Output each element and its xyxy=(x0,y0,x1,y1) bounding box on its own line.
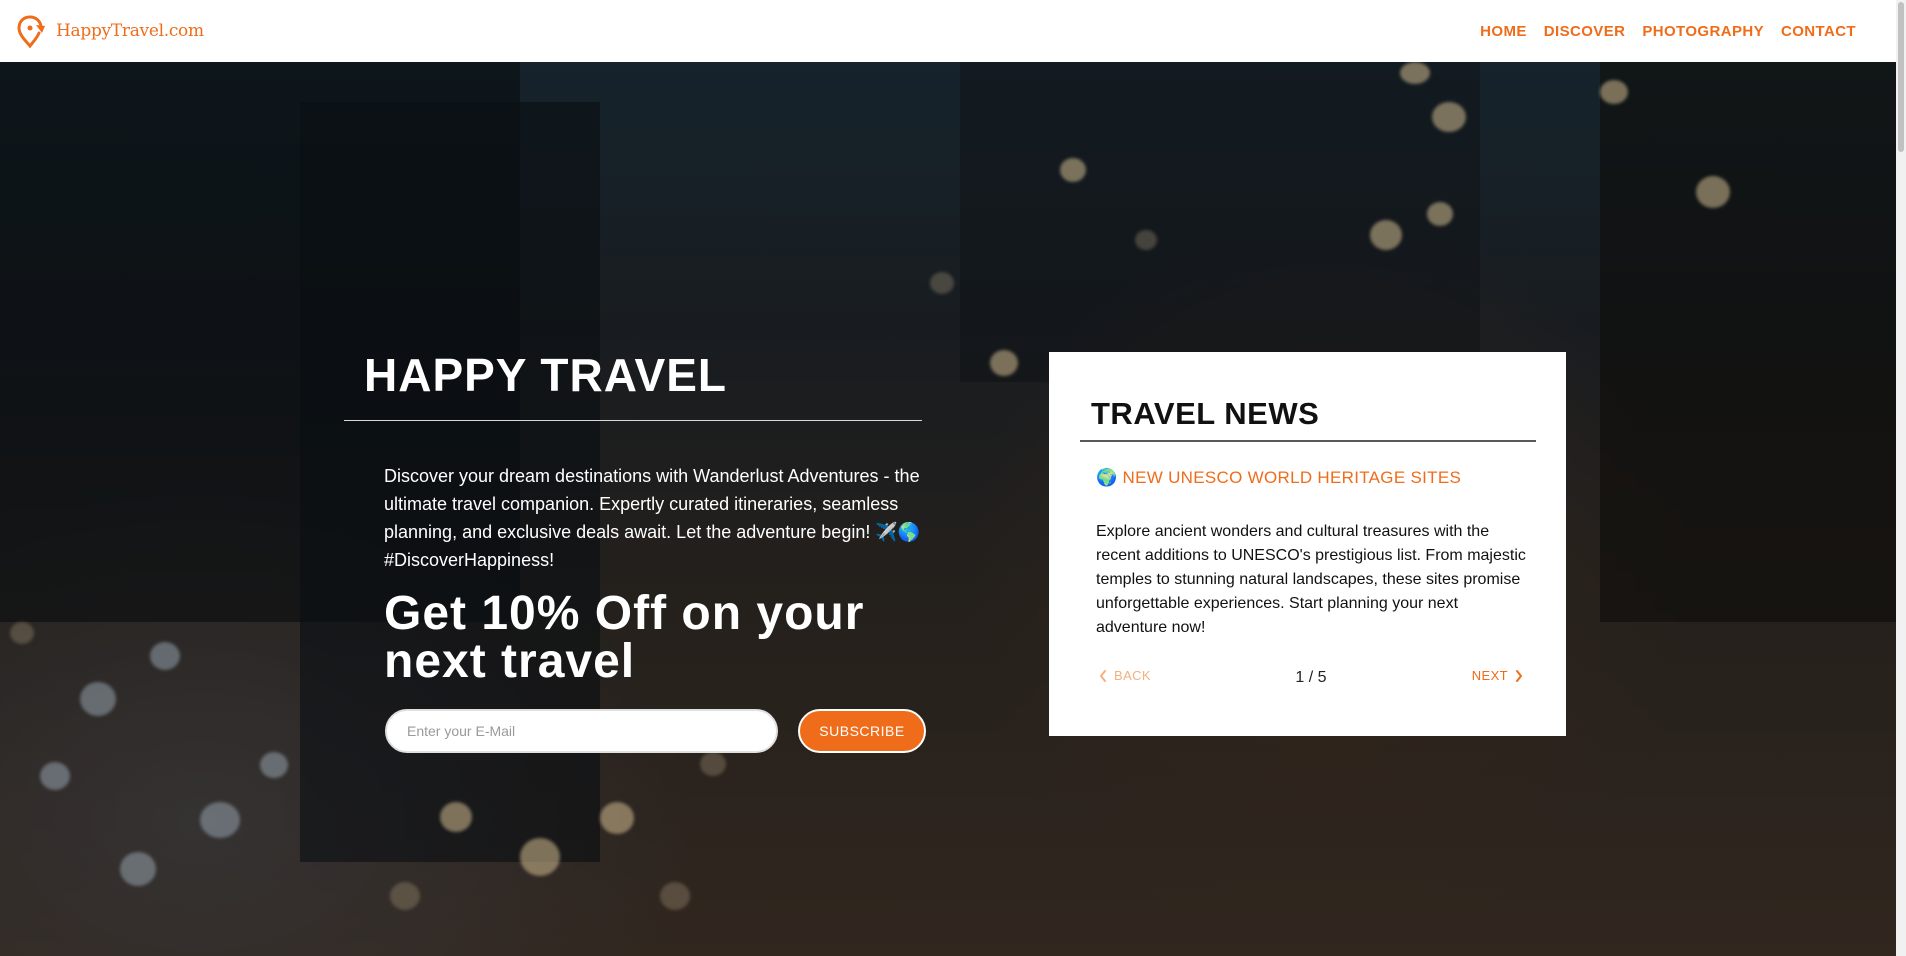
main-nav: HOME DISCOVER PHOTOGRAPHY CONTACT xyxy=(1480,23,1856,40)
scrollbar-thumb[interactable] xyxy=(1898,2,1904,152)
next-label: NEXT xyxy=(1471,668,1508,683)
news-body: Explore ancient wonders and cultural tre… xyxy=(1096,523,1526,636)
travel-news-card: TRAVEL NEWS 🌍 NEW UNESCO WORLD HERITAGE … xyxy=(1049,352,1566,736)
brand-name: HappyTravel.com xyxy=(56,21,204,41)
email-input[interactable] xyxy=(385,709,778,753)
page-scrollbar[interactable] xyxy=(1896,0,1906,956)
map-pin-arrow-icon xyxy=(17,15,45,48)
brand-logo-link[interactable]: HappyTravel.com xyxy=(16,14,204,48)
nav-item-photography[interactable]: PHOTOGRAPHY xyxy=(1642,23,1764,40)
hero-section xyxy=(0,62,1896,956)
news-card-divider xyxy=(1080,440,1536,442)
next-button[interactable]: NEXT xyxy=(1472,668,1524,683)
promo-heading: Get 10% Off on your next travel xyxy=(384,587,865,688)
nav-item-contact[interactable]: CONTACT xyxy=(1781,23,1856,40)
nav-item-home[interactable]: HOME xyxy=(1480,23,1527,40)
top-navigation-bar: HappyTravel.com HOME DISCOVER PHOTOGRAPH… xyxy=(0,0,1896,62)
hero-description: Discover your dream destinations with Wa… xyxy=(384,466,921,570)
hero-title: HAPPY TRAVEL xyxy=(364,349,728,401)
hero-divider xyxy=(344,420,922,421)
news-card-title: TRAVEL NEWS xyxy=(1091,396,1320,431)
page-indicator: 1 / 5 xyxy=(1295,669,1327,686)
chevron-right-icon xyxy=(1516,669,1522,682)
news-pager: BACK 1 / 5 NEXT xyxy=(1096,668,1526,692)
hero-overlay xyxy=(0,62,1896,956)
nav-item-discover[interactable]: DISCOVER xyxy=(1544,23,1626,40)
news-headline[interactable]: 🌍 NEW UNESCO WORLD HERITAGE SITES xyxy=(1096,468,1461,488)
subscribe-button[interactable]: SUBSCRIBE xyxy=(798,709,926,753)
